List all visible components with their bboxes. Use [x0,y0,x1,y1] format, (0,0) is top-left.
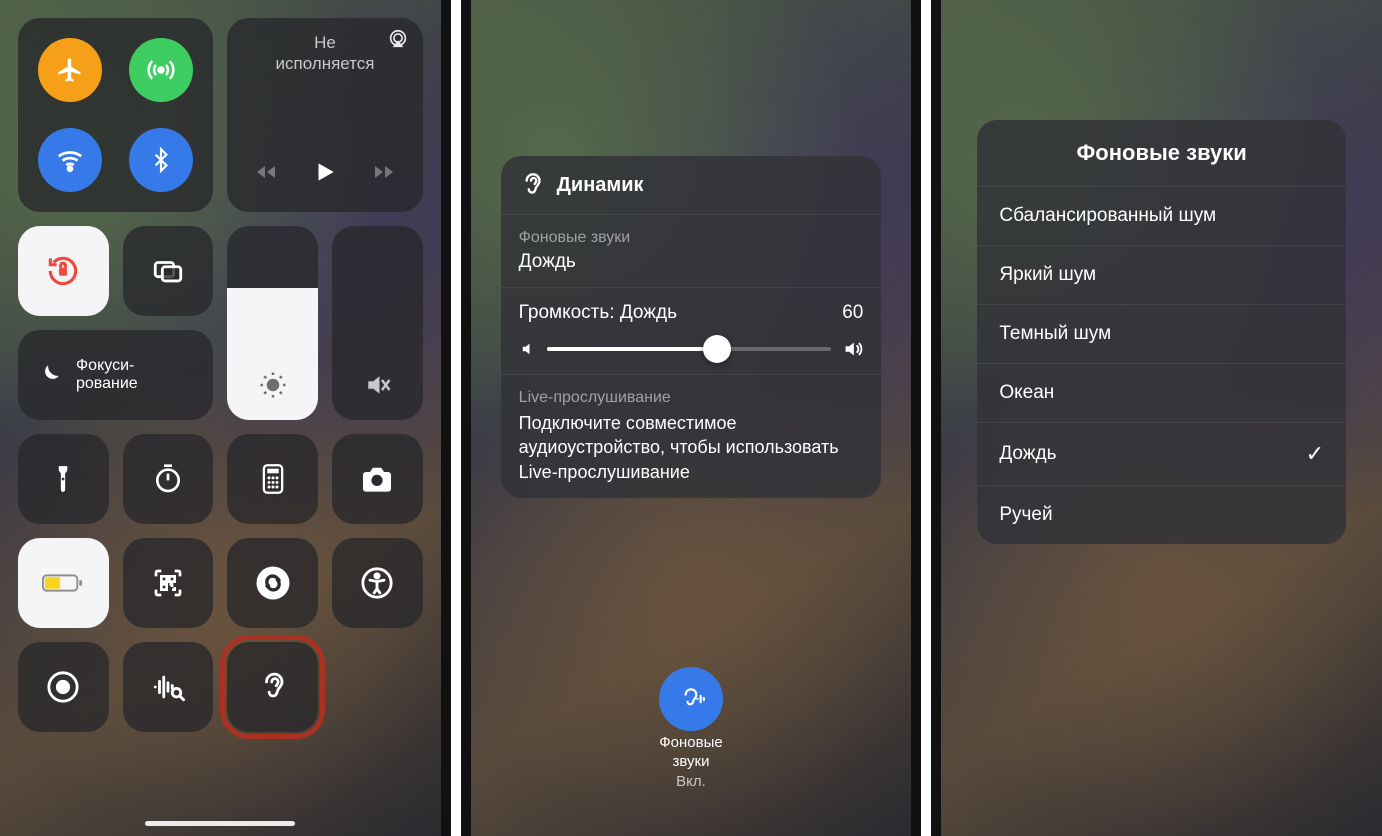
airplane-mode-button[interactable] [38,38,102,102]
volume-slider[interactable] [519,338,864,360]
play-button[interactable] [312,159,338,190]
record-icon [46,670,80,704]
hearing-expanded-screen: Динамик Фоновые звуки Дождь Громкость: Д… [471,0,912,836]
airplane-icon [56,56,84,84]
camera-icon [360,465,394,493]
connectivity-cluster [18,18,213,212]
volume-row: Громкость: Дождь 60 [501,287,882,374]
timer-icon [152,463,184,495]
background-sounds-row[interactable]: Фоновые звуки Дождь [501,214,882,287]
home-indicator[interactable] [145,821,295,826]
ear-waves-icon [676,682,706,716]
sound-option[interactable]: Сбалансированный шум [977,186,1346,245]
screen-mirroring-button[interactable] [123,226,214,316]
shazam-button[interactable] [227,538,318,628]
sound-option[interactable]: Океан [977,363,1346,422]
sound-option-label: Сбалансированный шум [999,205,1216,227]
next-track-button[interactable] [372,160,396,189]
moon-icon [36,362,62,388]
volume-slider[interactable] [332,226,423,420]
timer-button[interactable] [123,434,214,524]
rotation-lock-icon [44,252,82,290]
background-sounds-toggle[interactable] [659,667,723,731]
background-sounds-list-screen: Фоновые звуки Сбалансированный шум Яркий … [941,0,1382,836]
airplay-icon[interactable] [387,28,409,55]
sounds-list: Сбалансированный шум Яркий шум Темный шум О… [977,186,1346,544]
calculator-icon [259,463,287,495]
cellular-data-button[interactable] [129,38,193,102]
battery-icon [42,572,84,594]
live-listen-row: Live-прослушивание Подключите совместимо… [501,374,882,498]
antenna-icon [146,55,176,85]
camera-button[interactable] [332,434,423,524]
media-cluster[interactable]: Неисполняется [227,18,422,212]
sound-option-label: Ручей [999,504,1052,526]
control-center-screen: Неисполняется Фокуси-рование [0,0,441,836]
accessibility-icon [360,566,394,600]
background-sounds-status: Фоновые звуки Вкл. [471,733,912,792]
volume-label: Громкость: Дождь [519,302,677,324]
hearing-output-row[interactable]: Динамик [501,156,882,214]
hearing-panel: Динамик Фоновые звуки Дождь Громкость: Д… [501,156,882,498]
qr-icon [152,567,184,599]
hearing-output-label: Динамик [557,174,644,197]
sounds-panel: Фоновые звуки Сбалансированный шум Яркий … [977,120,1346,544]
wifi-button[interactable] [38,128,102,192]
speaker-mute-icon [362,370,392,400]
sound-option-label: Дождь [999,443,1056,465]
ear-icon [519,170,545,200]
volume-high-icon [841,338,863,360]
screen-record-button[interactable] [18,642,109,732]
waveform-search-icon [151,670,185,704]
volume-low-icon [519,340,537,358]
bluetooth-icon [148,147,174,173]
sound-option[interactable]: Яркий шум [977,245,1346,304]
sound-option[interactable]: Ручей [977,485,1346,544]
media-now-playing-label: Неисполняется [276,32,375,75]
sound-option[interactable]: Дождь ✓ [977,422,1346,485]
checkmark-icon: ✓ [1306,441,1324,467]
live-listen-text: Подключите совместимое аудиоустройство, … [519,411,864,484]
sound-option-label: Океан [999,382,1054,404]
accessibility-button[interactable] [332,538,423,628]
low-power-mode-button[interactable] [18,538,109,628]
hearing-button[interactable] [227,642,318,732]
focus-label: Фокуси-рование [76,357,138,394]
calculator-button[interactable] [227,434,318,524]
live-listen-label: Live-прослушивание [519,389,864,407]
background-sound-current: Дождь [519,251,864,273]
sound-option-label: Темный шум [999,323,1111,345]
sound-option-label: Яркий шум [999,264,1096,286]
volume-value: 60 [842,302,863,324]
shazam-icon [255,565,291,601]
sound-recognition-button[interactable] [123,642,214,732]
mirroring-icon [151,254,185,288]
qr-scanner-button[interactable] [123,538,214,628]
wifi-icon [55,145,85,175]
background-sounds-label: Фоновые звуки [519,229,864,247]
flashlight-icon [50,464,76,494]
flashlight-button[interactable] [18,434,109,524]
bluetooth-button[interactable] [129,128,193,192]
brightness-slider[interactable] [227,226,318,420]
rotation-lock-button[interactable] [18,226,109,316]
sun-icon [258,370,288,400]
ear-icon [257,669,289,705]
sounds-panel-title: Фоновые звуки [977,120,1346,186]
sound-option[interactable]: Темный шум [977,304,1346,363]
focus-button[interactable]: Фокуси-рование [18,330,213,420]
prev-track-button[interactable] [254,160,278,189]
